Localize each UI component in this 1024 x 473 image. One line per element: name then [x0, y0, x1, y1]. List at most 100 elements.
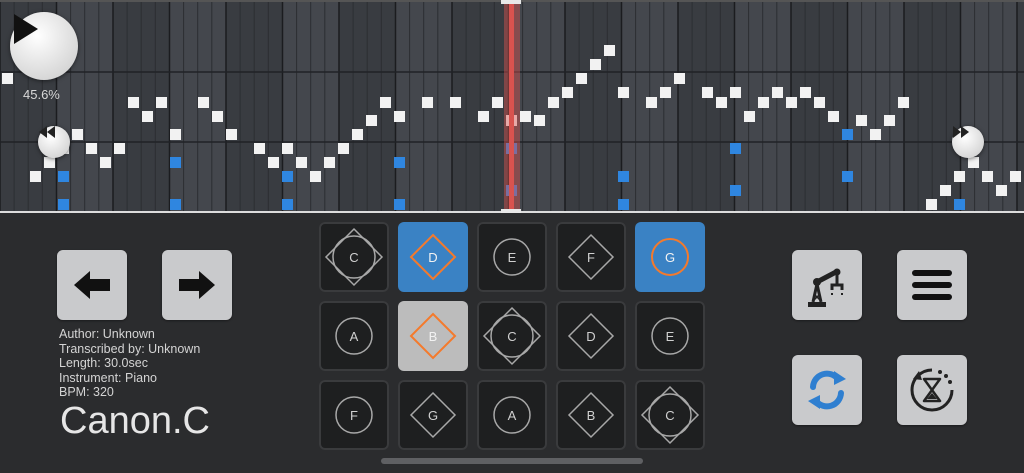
play-button[interactable]: [10, 12, 78, 80]
note-white: [366, 115, 377, 126]
note-pad[interactable]: E: [477, 222, 547, 292]
song-instrument: Instrument: Piano: [59, 370, 157, 385]
note-white: [730, 87, 741, 98]
note-white: [716, 97, 727, 108]
note-white: [786, 97, 797, 108]
note-white: [128, 97, 139, 108]
note-pad[interactable]: D: [556, 301, 626, 371]
note-blue: [842, 171, 853, 182]
note-white: [646, 97, 657, 108]
note-white: [100, 157, 111, 168]
note-white: [800, 87, 811, 98]
note-white: [996, 185, 1007, 196]
note-white: [758, 97, 769, 108]
piano-roll[interactable]: 45.6%: [0, 0, 1024, 213]
note-blue: [58, 199, 69, 210]
note-white: [814, 97, 825, 108]
note-pad[interactable]: B: [398, 301, 468, 371]
note-white: [380, 97, 391, 108]
note-pad-label: E: [507, 249, 517, 265]
note-white: [338, 143, 349, 154]
note-white: [142, 111, 153, 122]
note-blue: [618, 199, 629, 210]
previous-song-button[interactable]: [57, 250, 127, 320]
note-white: [72, 129, 83, 140]
arrow-left-icon: [74, 271, 110, 299]
loop-button[interactable]: [792, 355, 862, 425]
auto-play-button[interactable]: [792, 250, 862, 320]
note-white: [30, 171, 41, 182]
note-white: [296, 157, 307, 168]
note-pad-grid: C D E F G A B C D E F G A B C: [319, 222, 707, 450]
note-pad[interactable]: F: [556, 222, 626, 292]
speed-timer-button[interactable]: [897, 355, 967, 425]
note-white: [156, 97, 167, 108]
note-pad[interactable]: C: [635, 380, 705, 450]
note-pad[interactable]: B: [556, 380, 626, 450]
fast-forward-button[interactable]: [952, 126, 984, 158]
note-white: [44, 157, 55, 168]
note-blue: [842, 129, 853, 140]
note-white: [870, 129, 881, 140]
note-white: [744, 111, 755, 122]
next-song-button[interactable]: [162, 250, 232, 320]
note-white: [2, 73, 13, 84]
note-pad-label: D: [586, 328, 596, 344]
note-white: [394, 111, 405, 122]
note-white: [548, 97, 559, 108]
note-blue: [394, 199, 405, 210]
note-white: [618, 87, 629, 98]
note-white: [212, 111, 223, 122]
rewind-button[interactable]: [38, 126, 70, 158]
menu-button[interactable]: [897, 250, 967, 320]
note-white: [702, 87, 713, 98]
note-pad-label: B: [586, 407, 596, 423]
note-pad[interactable]: G: [398, 380, 468, 450]
arrow-right-icon: [179, 271, 215, 299]
home-indicator: [381, 458, 643, 464]
note-blue: [730, 185, 741, 196]
sync-icon: [808, 370, 846, 410]
note-blue: [170, 157, 181, 168]
note-pad[interactable]: A: [319, 301, 389, 371]
note-pad[interactable]: D: [398, 222, 468, 292]
note-pad[interactable]: G: [635, 222, 705, 292]
note-pad[interactable]: A: [477, 380, 547, 450]
note-white: [940, 185, 951, 196]
song-transcriber: Transcribed by: Unknown: [59, 341, 201, 356]
note-white: [968, 157, 979, 168]
note-white: [926, 199, 937, 210]
note-pad[interactable]: E: [635, 301, 705, 371]
note-pad-label: G: [427, 407, 439, 423]
note-white: [604, 45, 615, 56]
note-white: [590, 59, 601, 70]
note-white: [492, 97, 503, 108]
song-info: Author: Unknown Transcribed by: Unknown …: [59, 327, 200, 400]
note-blue: [282, 171, 293, 182]
note-blue: [58, 171, 69, 182]
note-pad-label: A: [507, 407, 517, 423]
note-blue: [170, 199, 181, 210]
note-white: [324, 157, 335, 168]
playhead-cap-top: [501, 0, 521, 4]
note-pad[interactable]: C: [477, 301, 547, 371]
note-pad-label: E: [665, 328, 675, 344]
note-white: [422, 97, 433, 108]
song-title: Canon.C: [60, 400, 210, 442]
hourglass-timer-icon: [910, 368, 954, 412]
note-white: [114, 143, 125, 154]
note-white: [254, 143, 265, 154]
song-length: Length: 30.0sec: [59, 356, 148, 370]
note-pad-label: B: [428, 328, 438, 344]
note-pad[interactable]: F: [319, 380, 389, 450]
note-white: [310, 171, 321, 182]
note-white: [1010, 171, 1021, 182]
note-white: [352, 129, 363, 140]
note-blue: [394, 157, 405, 168]
note-blue: [282, 199, 293, 210]
rewind-icon: [39, 126, 55, 138]
note-white: [674, 73, 685, 84]
note-pad[interactable]: C: [319, 222, 389, 292]
note-white: [520, 111, 531, 122]
note-white: [576, 73, 587, 84]
